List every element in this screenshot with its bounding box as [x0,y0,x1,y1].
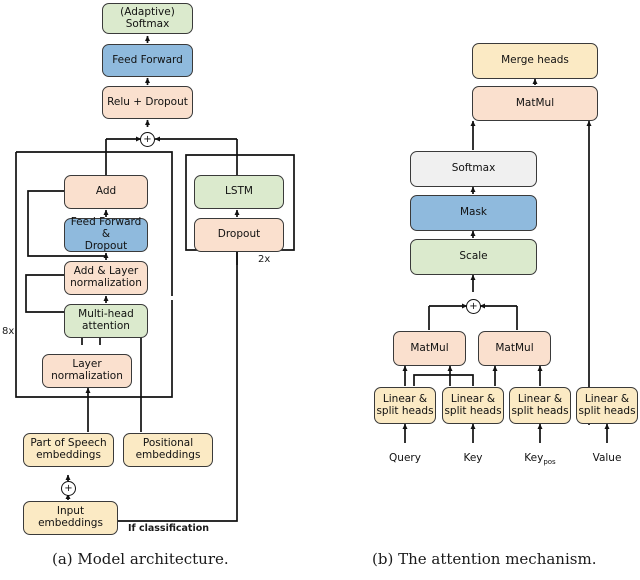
residual-adder-top: + [140,132,155,147]
node-input-embeddings[interactable]: Input embeddings [23,501,118,535]
ffd-line2: Dropout [84,239,128,252]
node-multi-head-attention[interactable]: Multi-head attention [64,304,148,338]
node-positional-embeddings[interactable]: Positional embeddings [123,433,213,467]
caption-b: (b) The attention mechanism. [372,550,597,568]
softmax-line1: (Adaptive) [120,5,175,18]
node-feed-forward-dropout[interactable]: Feed Forward & Dropout [64,217,148,252]
node-linear-split-heads-query[interactable]: Linear & split heads [374,387,436,424]
linear-key-label: Linear & split heads [444,392,502,418]
node-matmul-right[interactable]: MatMul [478,331,551,366]
input-key-label: Key [463,452,483,464]
lin3-line1: Linear & [517,392,563,405]
keypos-sub: pos [543,458,556,467]
node-feed-forward-dropout-label: Feed Forward & Dropout [65,217,147,252]
lin4-line1: Linear & [584,392,630,405]
node-dropout[interactable]: Dropout [194,218,284,252]
input-value-label: Value [592,452,622,464]
node-add[interactable]: Add [64,175,148,209]
label-encoder-repeat: 8x [2,326,15,337]
input-query-label: Query [389,452,421,464]
node-mask[interactable]: Mask [410,195,537,231]
ln-line1: Layer [72,358,102,371]
node-layer-normalization[interactable]: Layer normalization [42,354,132,388]
mha-line2: attention [82,320,130,332]
label-if-classification: If classification [128,523,210,534]
node-softmax[interactable]: Softmax [410,151,537,187]
node-matmul-top[interactable]: MatMul [472,86,598,121]
node-positional-embeddings-label: Positional embeddings [135,437,201,462]
keypos-base: Key [524,452,544,464]
softmax-line2: Softmax [125,17,170,30]
mha-line1: Multi-head [78,308,134,321]
node-feed-forward[interactable]: Feed Forward [102,44,193,77]
node-linear-split-heads-key-pos[interactable]: Linear & split heads [509,387,571,424]
node-scale[interactable]: Scale [410,239,537,275]
node-part-of-speech-embeddings[interactable]: Part of Speech embeddings [23,433,114,467]
linear-keypos-label: Linear & split heads [511,392,569,418]
node-adaptive-softmax-label: (Adaptive) Softmax [120,5,175,31]
posemb-line1: Positional [142,437,194,450]
node-matmul-left[interactable]: MatMul [393,331,466,366]
linear-value-label: Linear & split heads [578,392,636,418]
pos-line1: Part of Speech [30,437,107,450]
embedding-adder: + [61,481,76,496]
node-add-layer-normalization[interactable]: Add & Layer normalization [64,261,148,295]
node-input-embeddings-label: Input embeddings [38,505,103,530]
node-relu-dropout[interactable]: Relu + Dropout [102,86,193,119]
aln-line2: normalization [70,277,142,289]
input-key-pos-label: Keypos [510,452,570,466]
node-layer-normalization-label: Layer normalization [51,358,123,383]
lin1-line1: Linear & [382,392,428,405]
lin4-line2: split heads [578,404,636,417]
node-merge-heads[interactable]: Merge heads [472,43,598,79]
inp-line2: embeddings [38,517,103,529]
pos-line2: embeddings [36,449,101,461]
lin3-line2: split heads [511,404,569,417]
lin2-line1: Linear & [450,392,496,405]
label-lstm-repeat: 2x [258,254,271,265]
node-add-layer-normalization-label: Add & Layer normalization [70,265,142,290]
posemb-line2: embeddings [135,449,201,461]
inp-line1: Input [56,505,85,518]
node-linear-split-heads-value[interactable]: Linear & split heads [576,387,638,424]
caption-a: (a) Model architecture. [52,550,229,568]
linear-query-label: Linear & split heads [376,392,434,418]
node-part-of-speech-embeddings-label: Part of Speech embeddings [30,437,107,462]
node-adaptive-softmax[interactable]: (Adaptive) Softmax [102,3,193,34]
ln-line2: normalization [51,370,123,382]
attention-adder: + [466,299,481,314]
node-lstm[interactable]: LSTM [194,175,284,209]
lin2-line2: split heads [444,404,502,417]
lin1-line2: split heads [376,404,434,417]
ffd-line1: Feed Forward & [70,216,142,241]
aln-line1: Add & Layer [73,265,139,278]
node-linear-split-heads-key[interactable]: Linear & split heads [442,387,504,424]
node-multi-head-attention-label: Multi-head attention [78,308,134,333]
